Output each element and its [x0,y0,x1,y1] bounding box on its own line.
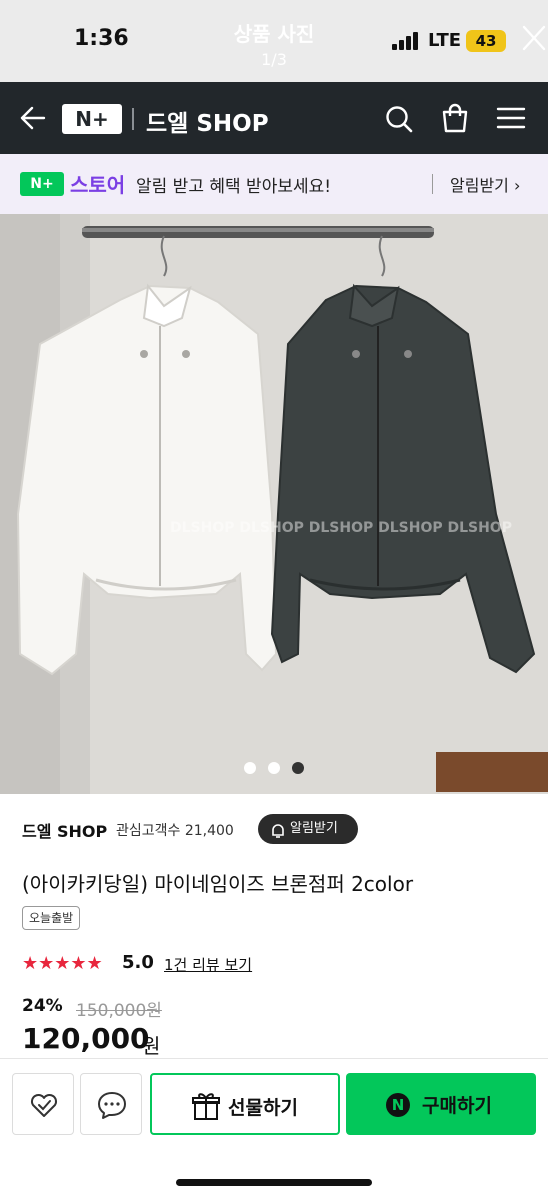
promo-notify-link[interactable]: 알림받기 › [450,172,520,196]
product-photo[interactable]: DLSHOP DLSHOP DLSHOP DLSHOP DLSHOP [0,214,548,794]
search-icon[interactable] [384,104,414,134]
viewer-counter: 1/3 [261,50,287,69]
store-label: 스토어 [70,173,126,197]
gift-icon [192,1093,220,1120]
photo-watermark: DLSHOP DLSHOP DLSHOP DLSHOP DLSHOP [170,520,512,536]
price-currency: 원 [142,1034,161,1058]
follower-count: 관심고객수 21,400 [116,823,234,839]
gallery-pagination[interactable] [244,760,306,776]
shopping-bag-icon[interactable] [440,102,470,134]
chat-bubble-icon [98,1092,126,1119]
chat-button[interactable] [80,1073,142,1135]
buy-button[interactable]: N 구매하기 [346,1073,536,1135]
gallery-dot-3[interactable] [292,762,304,774]
signal-icon [392,32,420,50]
back-arrow-icon[interactable] [18,104,46,132]
bell-plus-icon [270,821,286,838]
shop-name[interactable]: 드엘 SHOP [146,104,269,138]
home-indicator[interactable] [176,1179,372,1186]
store-header: N+ 드엘 SHOP [0,82,548,154]
promo-text: 알림 받고 혜택 받아보세요! [136,177,332,197]
purchase-action-bar: 선물하기 N 구매하기 [0,1058,548,1200]
promo-divider [432,174,433,194]
rating-score: 5.0 [122,952,154,973]
discount-rate: 24% [22,996,63,1016]
rating-stars: ★★★★★ [22,952,118,974]
wishlist-button[interactable] [12,1073,74,1135]
store-promo-banner[interactable]: N+ 스토어 알림 받고 혜택 받아보세요! 알림받기 › [0,154,548,214]
seller-name[interactable]: 드엘 SHOP [22,818,107,842]
review-link[interactable]: 1건 리뷰 보기 [164,954,252,975]
naver-pay-icon: N [386,1093,410,1117]
gallery-dot-1[interactable] [244,762,256,774]
heart-check-icon [30,1093,58,1117]
seller-alarm-button[interactable]: 알림받기 [258,814,358,844]
buy-button-label: 구매하기 [422,1095,492,1117]
naver-plus-logo[interactable]: N+ [62,104,122,134]
alarm-button-label: 알림받기 [290,821,338,836]
svg-text:★★★★★: ★★★★★ [22,953,103,972]
close-viewer-icon[interactable] [520,22,548,56]
original-price: 150,000원 [76,1001,162,1021]
gift-button-label: 선물하기 [228,1097,298,1119]
shipping-tag: 오늘출발 [22,906,81,930]
jacket-photo-illustration: DLSHOP DLSHOP DLSHOP DLSHOP DLSHOP [0,214,548,794]
sale-price: 120,000 [22,1022,150,1055]
naver-plus-badge: N+ [20,172,64,196]
product-title: (아이카키당일) 마이네임이즈 브론점퍼 2color [22,872,414,896]
gallery-dot-2[interactable] [268,762,280,774]
battery-icon: 43 [466,30,506,52]
status-bar: 1:36 상품 사진 1/3 LTE 43 [0,0,548,82]
header-divider [132,108,134,130]
hamburger-menu-icon[interactable] [496,104,526,132]
gift-button[interactable]: 선물하기 [150,1073,340,1135]
network-label: LTE [428,30,462,51]
